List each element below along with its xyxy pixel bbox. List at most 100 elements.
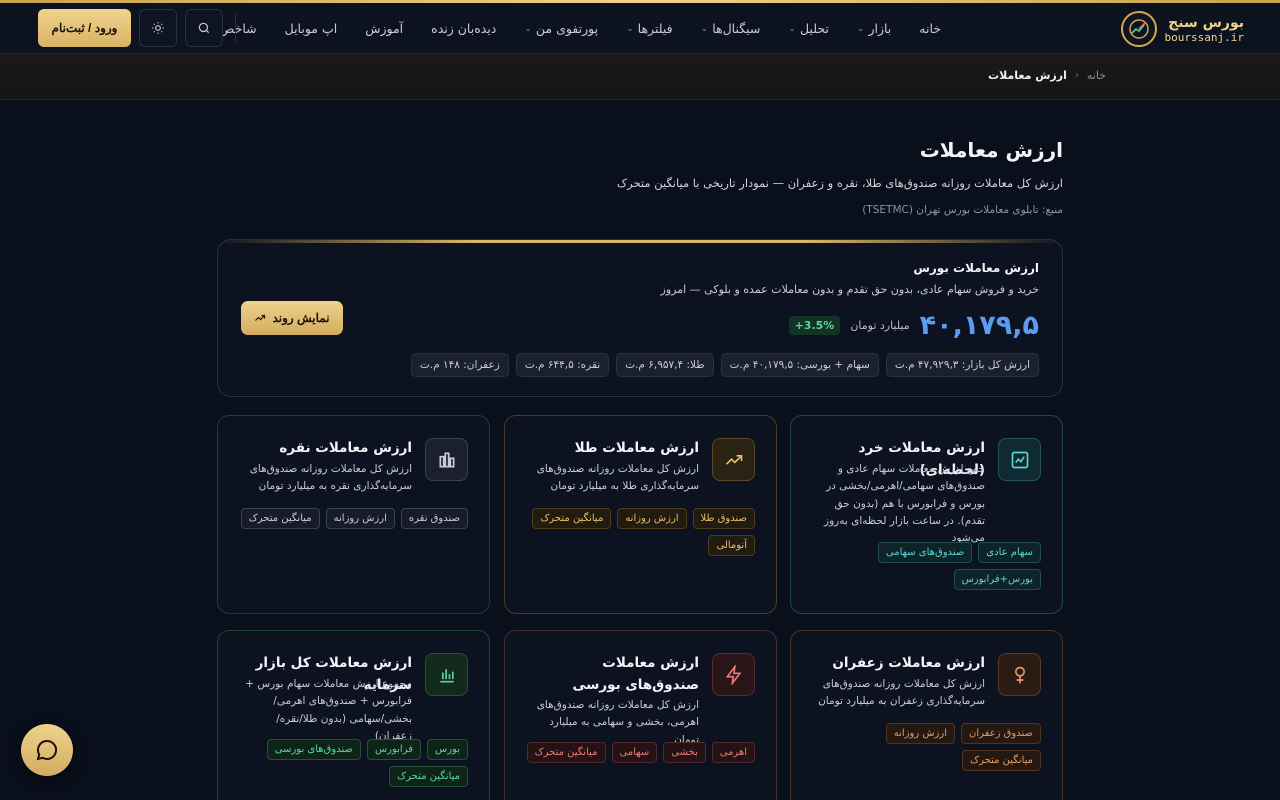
page-subtitle: ارزش کل معاملات روزانه صندوق‌های طلا، نق… <box>616 176 1063 190</box>
card-title: ارزش معاملات طلا <box>574 440 699 456</box>
card-saffron-value[interactable]: ارزش معاملات زعفران ارزش کل معاملات روزا… <box>790 630 1063 800</box>
chat-button[interactable] <box>21 724 73 776</box>
site-header: بورس سنج bourssanj.ir خانه بازار ⌄ تحلیل ⌄… <box>0 3 1280 54</box>
breadcrumb-home[interactable]: خانه <box>1087 69 1106 82</box>
chip-silver: نقره: ۶۴۴,۵ م.ت <box>515 353 610 377</box>
chip-total-market: ارزش کل بازار: ۴۷,۹۲۹,۳ م.ت <box>885 353 1039 377</box>
card-description: مجموع ارزش معاملات سهام بورس + فرابورس +… <box>245 678 412 742</box>
tag: میانگین متحرک <box>240 508 320 529</box>
card-tags: بورس فرابورس صندوق‌های بورسی میانگین متح… <box>236 739 468 787</box>
card-title: ارزش معاملات زعفران <box>832 655 985 671</box>
tag: آنومالی <box>708 535 755 556</box>
summary-subtitle: خرید و فروش سهام عادی، بدون حق تقدم و بد… <box>660 283 1039 296</box>
tag: صندوق‌های سهامی <box>877 542 973 563</box>
card-title: ارزش معاملات نقره <box>279 440 412 456</box>
tag: ارزش روزانه <box>325 508 395 529</box>
brand-name-en: bourssanj.ir <box>1164 30 1244 44</box>
flower-icon <box>998 653 1041 696</box>
nav-item-market[interactable]: بازار ⌄ <box>843 21 905 36</box>
nav-label: بازار <box>868 21 892 36</box>
nav-item-portfolio[interactable]: پورتفوی من ⌄ <box>510 21 612 36</box>
summary-title: ارزش معاملات بورس <box>913 261 1039 275</box>
tag: فرابورس <box>366 739 421 760</box>
breadcrumb: خانه ‹ ارزش معاملات <box>988 69 1106 82</box>
card-total-capital-market-value[interactable]: ارزش معاملات کل بازار سرمایه مجموع ارزش … <box>217 630 490 800</box>
nav-item-home[interactable]: خانه <box>905 21 955 36</box>
brand-logo[interactable]: بورس سنج bourssanj.ir <box>1120 11 1244 47</box>
brand-text: بورس سنج bourssanj.ir <box>1165 15 1244 44</box>
tag: میانگین متحرک <box>389 766 468 787</box>
chevron-down-icon: ⌄ <box>856 23 865 34</box>
nav-item-education[interactable]: آموزش <box>351 21 417 36</box>
card-description: جمع ارزش معاملات سهام عادی و صندوق‌های س… <box>824 463 985 545</box>
search-button[interactable] <box>185 9 223 47</box>
card-tags: صندوق نقره ارزش روزانه میانگین متحرک <box>236 508 468 529</box>
card-silver-value[interactable]: ارزش معاملات نقره ارزش کل معاملات روزانه… <box>217 415 490 614</box>
card-description: ارزش کل معاملات روزانه صندوق‌های سرمایه‌… <box>249 463 412 493</box>
summary-change-badge: +3.5% <box>788 316 841 335</box>
nav-label: دیده‌بان زنده <box>431 21 497 36</box>
nav-label: سیگنال‌ها <box>712 21 761 36</box>
show-trend-button[interactable]: نمایش روند <box>241 301 343 335</box>
chat-bubble-icon <box>36 739 58 761</box>
chevron-down-icon: ⌄ <box>700 23 709 34</box>
page-header: ارزش معاملات ارزش کل معاملات روزانه صندو… <box>217 138 1063 216</box>
card-description: ارزش کل معاملات روزانه صندوق‌های سرمایه‌… <box>818 678 985 708</box>
lightning-icon <box>712 653 755 696</box>
nav-label: پورتفوی من <box>535 21 599 36</box>
chevron-down-icon: ⌄ <box>524 23 532 34</box>
page-source: منبع: تابلوی معاملات بورس تهران (TSETMC) <box>862 204 1063 216</box>
nav-label: فیلترها <box>637 21 673 36</box>
tag: میانگین متحرک <box>532 508 612 529</box>
tag: ارزش روزانه <box>885 723 955 744</box>
tag: ارزش روزانه <box>617 508 687 529</box>
card-title: ارزش معاملات صندوق‌های بورسی <box>572 655 699 693</box>
column-chart-icon <box>425 653 468 696</box>
nav-label: خانه <box>919 21 941 36</box>
chart-line-icon <box>998 438 1041 481</box>
tag: صندوق طلا <box>692 508 755 529</box>
nav-item-filters[interactable]: فیلترها ⌄ <box>612 21 687 36</box>
search-icon <box>198 22 210 34</box>
nav-label: تحلیل <box>799 21 829 36</box>
nav-label: اپ موبایل <box>284 21 338 36</box>
card-retail-value[interactable]: ارزش معاملات خرد (لحظه‌ای) جمع ارزش معام… <box>790 415 1063 614</box>
tag: سهامی <box>611 742 658 763</box>
tag: بورس <box>427 739 468 760</box>
header-divider <box>235 13 236 43</box>
nav-item-mobile-app[interactable]: اپ موبایل <box>271 21 352 36</box>
nav-item-analysis[interactable]: تحلیل ⌄ <box>774 21 842 36</box>
card-tags: صندوق طلا ارزش روزانه میانگین متحرک آنوم… <box>523 508 755 556</box>
breadcrumb-bar: خانه ‹ ارزش معاملات <box>0 54 1280 100</box>
brand-name-fa: بورس سنج <box>1168 14 1244 31</box>
login-register-button[interactable]: ورود / ثبت‌نام <box>38 9 131 47</box>
card-tags: اهرمی بخشی سهامی میانگین متحرک <box>523 742 755 763</box>
chip-gold: طلا: ۶,۹۵۷,۴ م.ت <box>616 353 714 377</box>
tag: اهرمی <box>711 742 755 763</box>
chevron-down-icon: ⌄ <box>626 23 634 34</box>
page-title: ارزش معاملات <box>919 138 1063 162</box>
summary-value-row: ۴۰,۱۷۹,۵ میلیارد تومان +3.5% <box>788 310 1039 341</box>
summary-chips: ارزش کل بازار: ۴۷,۹۲۹,۳ م.ت سهام + بورسی… <box>410 353 1039 377</box>
tag: میانگین متحرک <box>962 750 1041 771</box>
card-exchange-funds-value[interactable]: ارزش معاملات صندوق‌های بورسی ارزش کل معا… <box>504 630 777 800</box>
breadcrumb-current: ارزش معاملات <box>988 69 1067 82</box>
main-nav: خانه بازار ⌄ تحلیل ⌄ سیگنال‌ها ⌄ فیلترها ⌄ پ… <box>194 3 955 54</box>
summary-unit: میلیارد تومان <box>850 319 910 332</box>
summary-value: ۴۰,۱۷۹,۵ <box>919 310 1039 341</box>
card-tags: صندوق زعفران ارزش روزانه میانگین متحرک <box>809 723 1041 771</box>
sun-icon <box>152 22 164 34</box>
chevron-down-icon: ⌄ <box>788 23 796 34</box>
chip-saffron: زعفران: ۱۴۸ م.ت <box>410 353 509 377</box>
nav-label: آموزش <box>365 21 404 36</box>
tag: صندوق زعفران <box>960 723 1041 744</box>
tag: بخشی <box>663 742 706 763</box>
tag: بورس+فرابورس <box>953 569 1041 590</box>
header-actions: ورود / ثبت‌نام <box>38 9 236 47</box>
card-gold-value[interactable]: ارزش معاملات طلا ارزش کل معاملات روزانه … <box>504 415 777 614</box>
theme-toggle-button[interactable] <box>139 9 177 47</box>
nav-item-signals[interactable]: سیگنال‌ها ⌄ <box>687 21 775 36</box>
trending-up-icon <box>255 314 266 321</box>
tag: صندوق نقره <box>400 508 468 529</box>
nav-item-live-watch[interactable]: دیده‌بان زنده <box>417 21 510 36</box>
